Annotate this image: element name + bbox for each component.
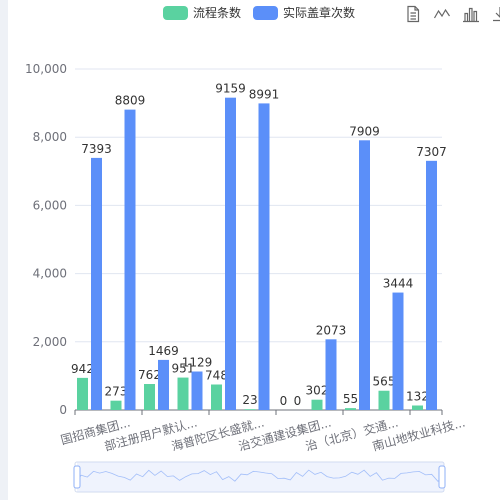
bar-series1[interactable] [345,408,356,410]
bar-value-label: 302 [306,384,329,398]
bar-series1[interactable] [77,377,88,410]
bar-value-label: 942 [71,362,94,376]
bar-value-label: 8991 [249,87,280,101]
y-tick-label: 6,000 [33,198,67,212]
datazoom-handle-left[interactable] [73,465,81,489]
bar-value-label: 23 [242,393,257,407]
bar-value-label: 9159 [215,82,246,96]
bar-value-label: 7393 [81,142,112,156]
bar-series1[interactable] [177,377,189,410]
y-tick-label: 8,000 [33,130,67,144]
bar-series2[interactable] [91,157,102,410]
bar-value-label: 8809 [115,94,146,108]
bar-series1[interactable] [211,384,222,410]
bar-series2[interactable] [426,160,437,410]
bar-value-label: 55 [343,392,358,406]
bar-value-label: 1469 [148,344,179,358]
y-tick-label: 0 [59,403,67,417]
bar-series2[interactable] [325,339,337,410]
chart-canvas: 02,0004,0006,0008,00010,000942273762 951 7… [25,62,467,493]
bar-value-label: 762 [138,368,161,382]
bar-series2[interactable] [258,103,270,411]
bar-value-label: 1129 [182,356,213,370]
bar-value-label: 748 [205,368,228,382]
bar-series2[interactable] [359,140,370,410]
bar-value-label: 132 [406,389,429,403]
bar-value-label: 0 [280,394,288,408]
bar-value-label: 2073 [316,323,347,337]
bar-value-label: 565 [373,375,396,389]
bar-value-label: 3444 [383,277,414,291]
bar-series2[interactable] [392,292,404,410]
datazoom-selected-window[interactable] [77,462,444,492]
bar-value-label: 273 [105,385,128,399]
bar-series1[interactable] [144,384,155,410]
y-tick-label: 2,000 [33,335,67,349]
bar-series2[interactable] [191,371,203,410]
bar-value-label: 7909 [349,124,380,138]
bar-series1[interactable] [110,400,122,410]
bar-series1[interactable] [244,409,256,410]
bar-value-label: 7307 [416,145,447,159]
bar-value-label: 0 [294,394,302,408]
bar-series2[interactable] [225,97,236,410]
bar-series1[interactable] [412,405,423,410]
bar-series2[interactable] [124,109,136,410]
y-tick-label: 4,000 [33,267,67,281]
bar-series2[interactable] [158,359,169,410]
bar-series1[interactable] [311,399,323,410]
datazoom-handle-right[interactable] [438,465,446,489]
bar-series1[interactable] [378,390,390,410]
y-tick-label: 10,000 [25,62,67,76]
